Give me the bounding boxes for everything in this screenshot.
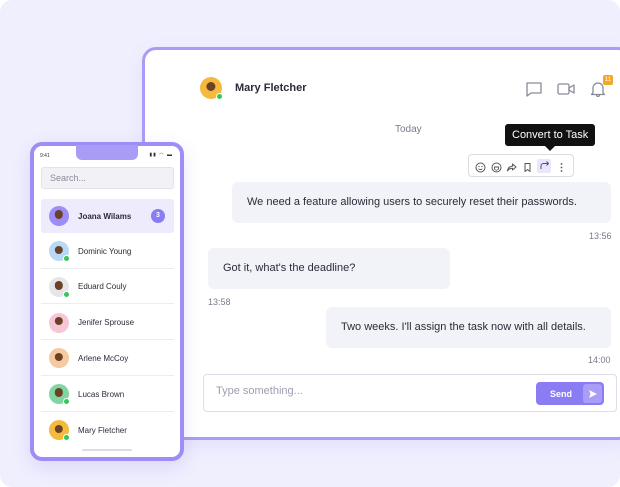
avatar: [49, 241, 70, 263]
send-icon: [583, 384, 602, 403]
contact-name: Dominic Young: [78, 246, 132, 256]
message-timestamp: 13:58: [208, 297, 231, 307]
convert-to-task-tooltip: Convert to Task: [505, 124, 596, 151]
search-input[interactable]: [41, 167, 174, 189]
chat-window: Mary Fletcher 11 Today Convert to Task W…: [142, 47, 620, 440]
share-icon[interactable]: [506, 160, 517, 172]
message-input[interactable]: [216, 385, 516, 397]
online-indicator: [63, 398, 70, 405]
avatar[interactable]: [200, 77, 223, 100]
online-indicator: [63, 290, 70, 298]
avatar: [49, 206, 69, 226]
phone-mockup: 9:41 ▮▮ ◠ ▬ Joana Wilams 3 Dominic Young Ed…: [30, 142, 184, 461]
header-actions: 11: [525, 75, 613, 98]
contact-item[interactable]: Eduard Couly: [41, 270, 174, 305]
online-indicator: [63, 434, 70, 442]
message-bubble[interactable]: Two weeks. I'll assign the task now with…: [326, 307, 611, 348]
contact-name: Joana Wilams: [78, 211, 132, 221]
smile-icon[interactable]: [491, 160, 502, 173]
video-camera-icon[interactable]: [557, 81, 575, 97]
message-action-toolbar: [468, 154, 574, 177]
online-indicator: [216, 93, 223, 100]
date-separator: Today: [395, 124, 422, 135]
unread-badge: 3: [151, 209, 165, 223]
message-bubble[interactable]: Got it, what's the deadline?: [208, 248, 450, 289]
chat-header: Mary Fletcher 11: [200, 75, 620, 107]
bell-icon[interactable]: 11: [589, 75, 613, 98]
message-timestamp: 13:56: [589, 231, 612, 241]
bookmark-icon[interactable]: [522, 160, 533, 172]
contact-name: Arlene McCoy: [78, 353, 129, 363]
contact-item[interactable]: Jenifer Sprouse: [41, 306, 174, 341]
contact-name: Lucas Brown: [78, 389, 125, 399]
convert-forward-icon[interactable]: [537, 158, 552, 173]
send-label: Send: [550, 388, 573, 399]
online-indicator: [63, 255, 70, 263]
phone-notch: [76, 145, 138, 160]
avatar: [49, 420, 70, 442]
avatar: [49, 312, 69, 333]
chat-bubble-icon[interactable]: [525, 81, 543, 97]
message-timestamp: 14:00: [588, 355, 611, 365]
emoji-icon[interactable]: [475, 160, 486, 173]
status-icons: ▮▮ ◠ ▬: [149, 152, 173, 158]
home-indicator: [82, 449, 132, 451]
notification-badge: 11: [603, 75, 613, 85]
status-time: 9:41: [40, 153, 50, 159]
contact-item[interactable]: Joana Wilams 3: [41, 199, 174, 233]
contact-name: Mary Fletcher: [235, 82, 307, 94]
send-button[interactable]: Send: [536, 382, 604, 405]
contact-item[interactable]: Lucas Brown: [41, 378, 174, 412]
contact-item[interactable]: Mary Fletcher: [41, 413, 174, 447]
contact-item[interactable]: Dominic Young: [41, 235, 174, 269]
avatar: [49, 276, 70, 298]
contact-item[interactable]: Arlene McCoy: [41, 342, 174, 376]
more-icon[interactable]: [556, 160, 567, 172]
message-composer: Send: [203, 374, 617, 412]
contact-name: Jenifer Sprouse: [78, 318, 135, 328]
avatar: [49, 384, 70, 405]
avatar: [49, 348, 69, 369]
contact-name: Mary Fletcher: [78, 425, 127, 435]
contact-name: Eduard Couly: [78, 282, 127, 292]
message-bubble[interactable]: We need a feature allowing users to secu…: [232, 182, 611, 223]
